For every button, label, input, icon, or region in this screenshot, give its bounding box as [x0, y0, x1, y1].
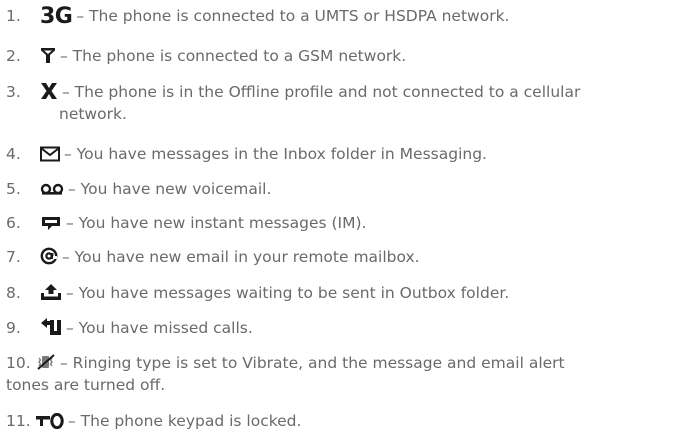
item-text-continued: tones are turned off. — [6, 376, 166, 394]
list-item: 2. – The phone is connected to a GSM net… — [6, 45, 692, 67]
list-item: 8. – You have messages waiting to be sen… — [6, 282, 692, 304]
item-number: 7. — [6, 248, 21, 266]
item-number: 2. — [6, 47, 21, 65]
item-text-continued: network. — [59, 105, 127, 123]
voicemail-icon — [40, 183, 64, 197]
list-item: 4. – You have messages in the Inbox fold… — [6, 143, 692, 165]
keypad-lock-icon — [36, 413, 64, 429]
item-text: – You have messages in the Inbox folder … — [64, 145, 487, 163]
list-item: 6. – You have new instant messages (IM). — [6, 212, 692, 234]
envelope-icon — [40, 146, 60, 162]
list-item: 3. – The phone is in the Offline profile… — [6, 81, 692, 125]
item-text: – You have new voicemail. — [68, 180, 272, 198]
instant-message-icon — [40, 215, 62, 231]
list-item: 10. – Ringing type is set to Vibrate, an… — [6, 352, 692, 396]
item-text: – Ringing type is set to Vibrate, and th… — [60, 354, 565, 372]
offline-x-icon — [40, 82, 58, 100]
item-text: – You have new instant messages (IM). — [66, 214, 367, 232]
list-item: 5. – You have new voicemail. — [6, 178, 692, 200]
item-number: 3. — [6, 83, 21, 101]
item-text: – The phone keypad is locked. — [68, 412, 302, 430]
3g-icon: 3G — [40, 4, 73, 29]
item-number: 10. — [6, 354, 31, 372]
item-number: 9. — [6, 319, 21, 337]
item-text: – The phone is connected to a UMTS or HS… — [76, 7, 510, 25]
gsm-signal-icon — [40, 46, 56, 64]
item-number: 1. — [6, 7, 21, 25]
list-item: 1. 3G – The phone is connected to a UMTS … — [6, 5, 692, 28]
item-text: – You have missed calls. — [66, 319, 253, 337]
item-number: 6. — [6, 214, 21, 232]
missed-call-icon — [40, 318, 62, 336]
at-email-icon — [40, 247, 58, 265]
item-number: 5. — [6, 180, 21, 198]
list-item: 9. – You have missed calls. — [6, 317, 692, 339]
icon-legend-list: 1. 3G – The phone is connected to a UMTS … — [0, 0, 696, 436]
list-item: 7. – You have new email in your remote m… — [6, 246, 692, 268]
item-text: – You have new email in your remote mail… — [62, 248, 420, 266]
item-number: 4. — [6, 145, 21, 163]
list-item: 11. – The phone keypad is locked. — [6, 410, 692, 432]
item-text: – The phone is connected to a GSM networ… — [60, 47, 407, 65]
item-text: – You have messages waiting to be sent i… — [66, 284, 510, 302]
item-number: 11. — [6, 412, 31, 430]
item-text: – The phone is in the Offline profile an… — [62, 83, 581, 101]
outbox-upload-icon — [40, 283, 62, 301]
vibrate-silent-icon — [36, 353, 56, 371]
item-number: 8. — [6, 284, 21, 302]
